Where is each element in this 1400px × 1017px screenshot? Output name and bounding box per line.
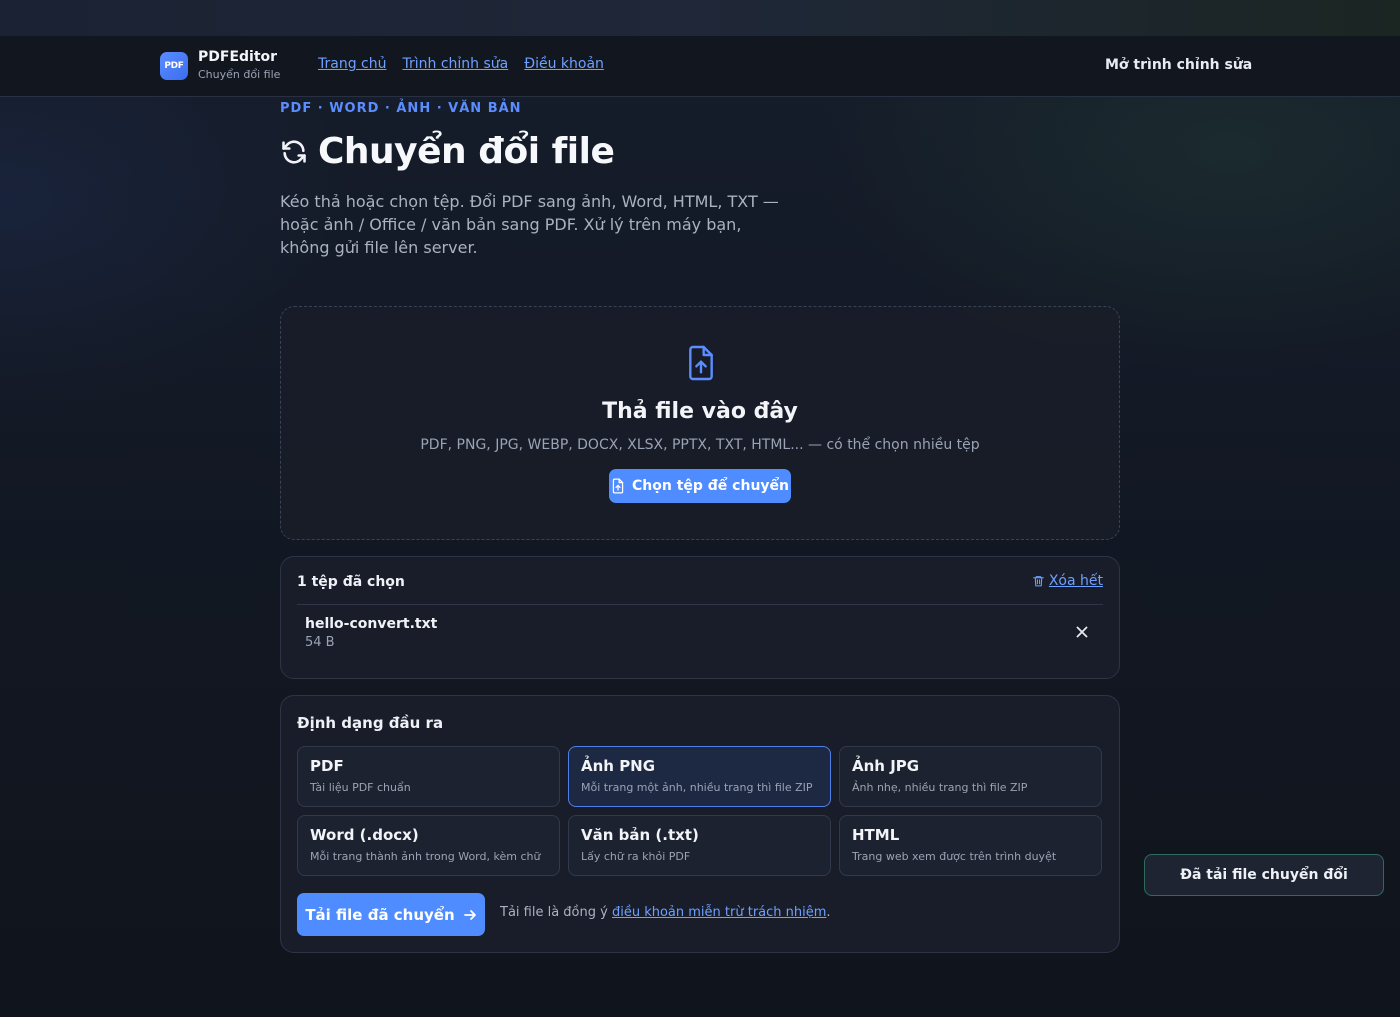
file-dropzone[interactable]: Thả file vào đây PDF, PNG, JPG, WEBP, DO… (280, 306, 1120, 540)
arrow-right-icon (463, 909, 476, 920)
format-desc: Trang web xem được trên trình duyệt (852, 850, 1057, 863)
format-option-txt[interactable]: Văn bản (.txt) Lấy chữ ra khỏi PDF (568, 815, 831, 876)
format-option-docx[interactable]: Word (.docx) Mỗi trang thành ảnh trong W… (297, 815, 560, 876)
page-title: Chuyển đổi file (318, 131, 615, 172)
browser-top-strip (0, 0, 1400, 36)
format-desc: Ảnh nhẹ, nhiều trang thì file ZIP (852, 781, 1028, 794)
choose-files-label: Chọn tệp để chuyển (632, 478, 789, 494)
trash-icon (1032, 576, 1044, 587)
format-name: Văn bản (.txt) (581, 826, 699, 844)
clear-all-button[interactable]: Xóa hết (1032, 573, 1103, 589)
choose-files-button[interactable]: Chọn tệp để chuyển (609, 469, 791, 503)
format-desc: Tài liệu PDF chuẩn (310, 781, 411, 794)
files-count: 1 tệp đã chọn (297, 574, 405, 590)
nav-links: Trang chủ Trình chỉnh sửa Điều khoản (318, 56, 604, 72)
files-divider (297, 604, 1103, 605)
format-option-jpg[interactable]: Ảnh JPG Ảnh nhẹ, nhiều trang thì file ZI… (839, 746, 1102, 807)
download-toast: Đã tải file chuyển đổi (1144, 854, 1384, 896)
refresh-icon (282, 139, 306, 164)
dropzone-title: Thả file vào đây (602, 399, 798, 424)
agree-prefix: Tải file là đồng ý (500, 905, 608, 920)
format-desc: Mỗi trang một ảnh, nhiều trang thì file … (581, 781, 813, 794)
brand-subtitle: Chuyển đổi file (198, 68, 281, 81)
agree-suffix: . (826, 905, 831, 920)
download-label: Tải file đã chuyển (305, 905, 455, 924)
format-name: PDF (310, 757, 344, 775)
navbar: PDF PDFEditor Chuyển đổi file Trang chủ … (0, 36, 1400, 97)
file-size: 54 B (305, 635, 335, 650)
page-title-row: Chuyển đổi file (280, 131, 615, 172)
format-name: Ảnh PNG (581, 757, 656, 775)
disclaimer-link[interactable]: điều khoản miễn trừ trách nhiệm (612, 905, 826, 920)
eyebrow: PDF · WORD · ẢNH · VĂN BẢN (280, 101, 522, 116)
open-editor-button[interactable]: Mở trình chỉnh sửa (1105, 57, 1252, 73)
remove-file-button[interactable] (1073, 623, 1091, 641)
format-desc: Lấy chữ ra khỏi PDF (581, 850, 691, 863)
download-converted-button[interactable]: Tải file đã chuyển (297, 893, 485, 936)
format-desc: Mỗi trang thành ảnh trong Word, kèm chữ (310, 850, 541, 863)
format-option-html[interactable]: HTML Trang web xem được trên trình duyệt (839, 815, 1102, 876)
nav-link-home[interactable]: Trang chủ (318, 56, 386, 72)
page-subtitle: Kéo thả hoặc chọn tệp. Đổi PDF sang ảnh,… (280, 192, 779, 257)
dropzone-hint: PDF, PNG, JPG, WEBP, DOCX, XLSX, PPTX, T… (420, 437, 980, 453)
output-format-panel: Định dạng đầu ra PDF Tài liệu PDF chuẩn … (280, 695, 1120, 953)
file-name: hello-convert.txt (305, 616, 438, 632)
nav-link-editor[interactable]: Trình chỉnh sửa (402, 56, 508, 72)
file-upload-small-icon (612, 478, 624, 494)
format-name: Ảnh JPG (852, 757, 920, 775)
format-name: Word (.docx) (310, 826, 419, 844)
format-heading: Định dạng đầu ra (297, 714, 444, 732)
format-name: HTML (852, 826, 900, 844)
format-option-pdf[interactable]: PDF Tài liệu PDF chuẩn (297, 746, 560, 807)
format-option-png[interactable]: Ảnh PNG Mỗi trang một ảnh, nhiều trang t… (568, 746, 831, 807)
close-icon (1076, 626, 1088, 638)
terms-agreement: Tải file là đồng ý điều khoản miễn trừ t… (500, 905, 831, 920)
format-options: PDF Tài liệu PDF chuẩn Ảnh PNG Mỗi trang… (297, 746, 1103, 876)
nav-link-terms[interactable]: Điều khoản (524, 56, 604, 72)
brand-name[interactable]: PDFEditor (198, 49, 277, 65)
file-upload-icon (689, 345, 713, 381)
logo-icon[interactable]: PDF (160, 52, 188, 80)
selected-files-panel: 1 tệp đã chọn Xóa hết hello-convert.txt … (280, 556, 1120, 679)
clear-all-label: Xóa hết (1048, 573, 1103, 589)
